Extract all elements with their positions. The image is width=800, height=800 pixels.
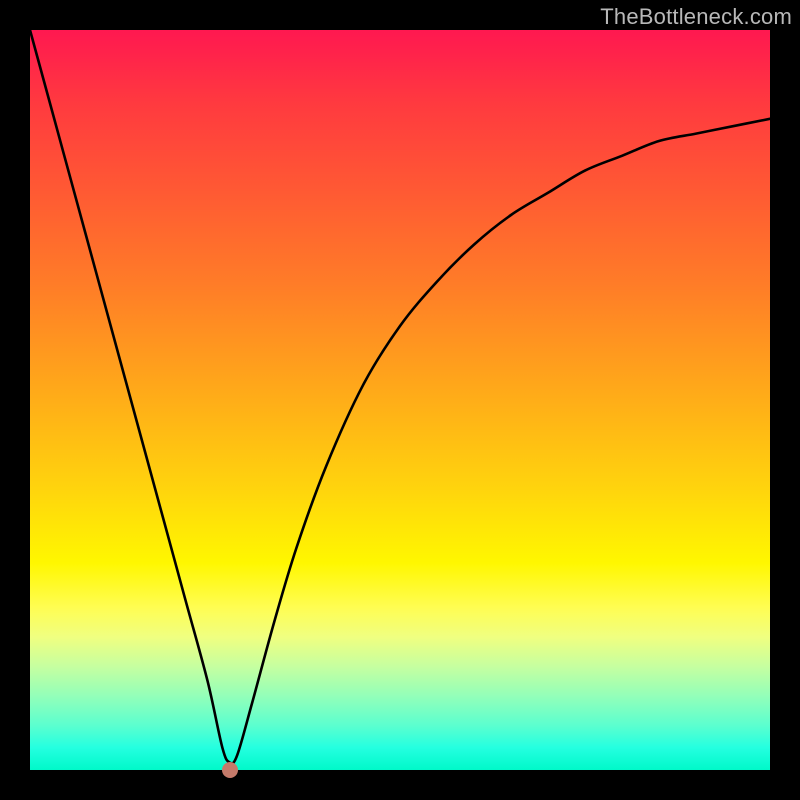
chart-frame: TheBottleneck.com [0, 0, 800, 800]
watermark-text: TheBottleneck.com [600, 4, 792, 30]
plot-area [30, 30, 770, 770]
minimum-marker [222, 762, 238, 778]
bottleneck-curve [30, 30, 770, 770]
